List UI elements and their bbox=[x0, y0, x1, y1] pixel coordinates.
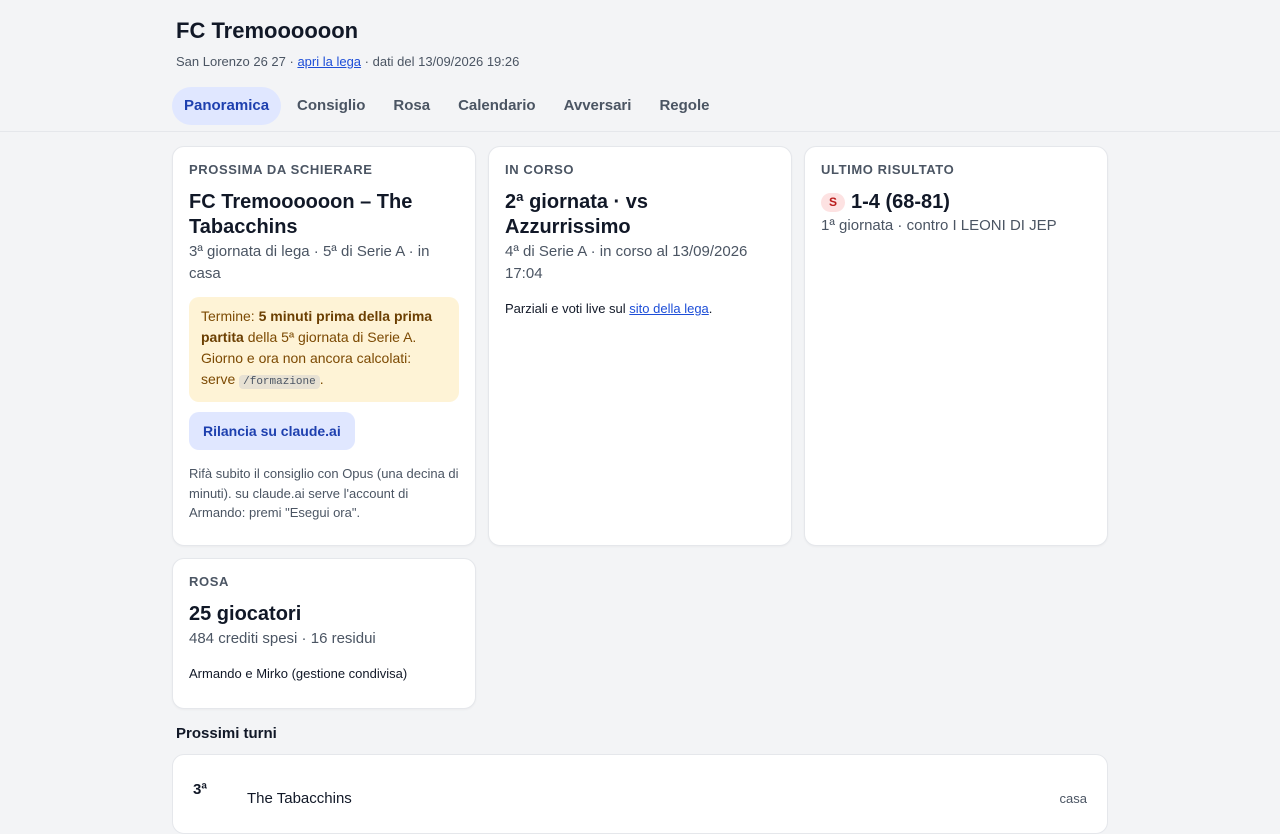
live-text-suffix: . bbox=[708, 301, 713, 316]
loss-badge: S bbox=[821, 193, 845, 212]
tabs-divider bbox=[0, 131, 1280, 132]
last-result-label: ULTIMO RISULTATO bbox=[821, 162, 955, 177]
relaunch-button[interactable]: Rilancia su claude.ai bbox=[189, 412, 355, 450]
roster-title: 25 giocatori bbox=[189, 603, 302, 625]
in-progress-title: 2ª giornata · vs Azzurrissimo bbox=[505, 191, 648, 238]
tab-panoramica[interactable]: Panoramica bbox=[172, 87, 282, 125]
live-text: Parziali e voti live sul sito della lega… bbox=[505, 301, 775, 317]
last-result-score-row: S 1-4 (68-81) bbox=[821, 190, 1091, 215]
upcoming-title: Prossimi turni bbox=[176, 725, 277, 742]
next-match-subtitle: 3ª giornata di lega · 5ª di Serie A · in… bbox=[189, 243, 430, 282]
upcoming-card: 3ª The Tabacchins casa bbox=[172, 754, 1108, 834]
upcoming-round: 3ª bbox=[193, 781, 207, 798]
in-progress-label: IN CORSO bbox=[505, 162, 575, 177]
league-link[interactable]: apri la lega bbox=[297, 54, 361, 69]
league-site-link[interactable]: sito della lega bbox=[629, 301, 709, 316]
meta-suffix: · dati del 13/09/2026 19:26 bbox=[364, 54, 520, 69]
relaunch-note: Rifà subito il consiglio con Opus (una d… bbox=[189, 466, 459, 520]
tab-regole[interactable]: Regole bbox=[647, 87, 721, 125]
in-progress-card: IN CORSO 2ª giornata · vs Azzurrissimo 4… bbox=[488, 146, 792, 546]
tab-rosa[interactable]: Rosa bbox=[381, 87, 442, 125]
tab-avversari[interactable]: Avversari bbox=[552, 87, 644, 125]
roster-subtitle: 484 crediti spesi · 16 residui bbox=[189, 630, 376, 647]
roster-managers: Armando e Mirko (gestione condivisa) bbox=[189, 666, 408, 681]
last-result-card: ULTIMO RISULTATO S 1-4 (68-81) 1ª giornat… bbox=[804, 146, 1108, 546]
tab-consiglio[interactable]: Consiglio bbox=[285, 87, 377, 125]
deadline-prefix: Termine: bbox=[201, 308, 255, 324]
roster-label: ROSA bbox=[189, 574, 229, 589]
deadline-end: . bbox=[319, 371, 324, 387]
next-match-title: FC Tremoooooon – The Tabacchins bbox=[189, 191, 413, 238]
page-header: FC Tremoooooon San Lorenzo 26 27 · apri … bbox=[0, 0, 1280, 125]
header-meta: San Lorenzo 26 27 · apri la lega · dati … bbox=[176, 54, 1280, 70]
live-text-prefix: Parziali e voti live sul bbox=[505, 301, 626, 316]
upcoming-venue: casa bbox=[1059, 791, 1087, 806]
last-result-score: 1-4 (68-81) bbox=[851, 191, 950, 213]
next-match-card: PROSSIMA DA SCHIERARE FC Tremoooooon – T… bbox=[172, 146, 476, 546]
tab-calendario[interactable]: Calendario bbox=[446, 87, 548, 125]
tab-bar: Panoramica Consiglio Rosa Calendario Avv… bbox=[172, 87, 1280, 125]
formazione-command: /formazione bbox=[239, 375, 320, 389]
in-progress-subtitle: 4ª di Serie A · in corso al 13/09/2026 1… bbox=[505, 243, 748, 282]
upcoming-opponent[interactable]: The Tabacchins bbox=[247, 790, 352, 807]
next-match-label: PROSSIMA DA SCHIERARE bbox=[189, 162, 373, 177]
deadline-notice: Termine: 5 minuti prima della prima part… bbox=[189, 297, 459, 402]
roster-card: ROSA 25 giocatori 484 crediti spesi · 16… bbox=[172, 558, 476, 709]
meta-prefix: San Lorenzo 26 27 · bbox=[176, 54, 294, 69]
team-title: FC Tremoooooon bbox=[176, 18, 359, 43]
last-result-subtitle: 1ª giornata · contro I LEONI DI JEP bbox=[821, 217, 1057, 234]
